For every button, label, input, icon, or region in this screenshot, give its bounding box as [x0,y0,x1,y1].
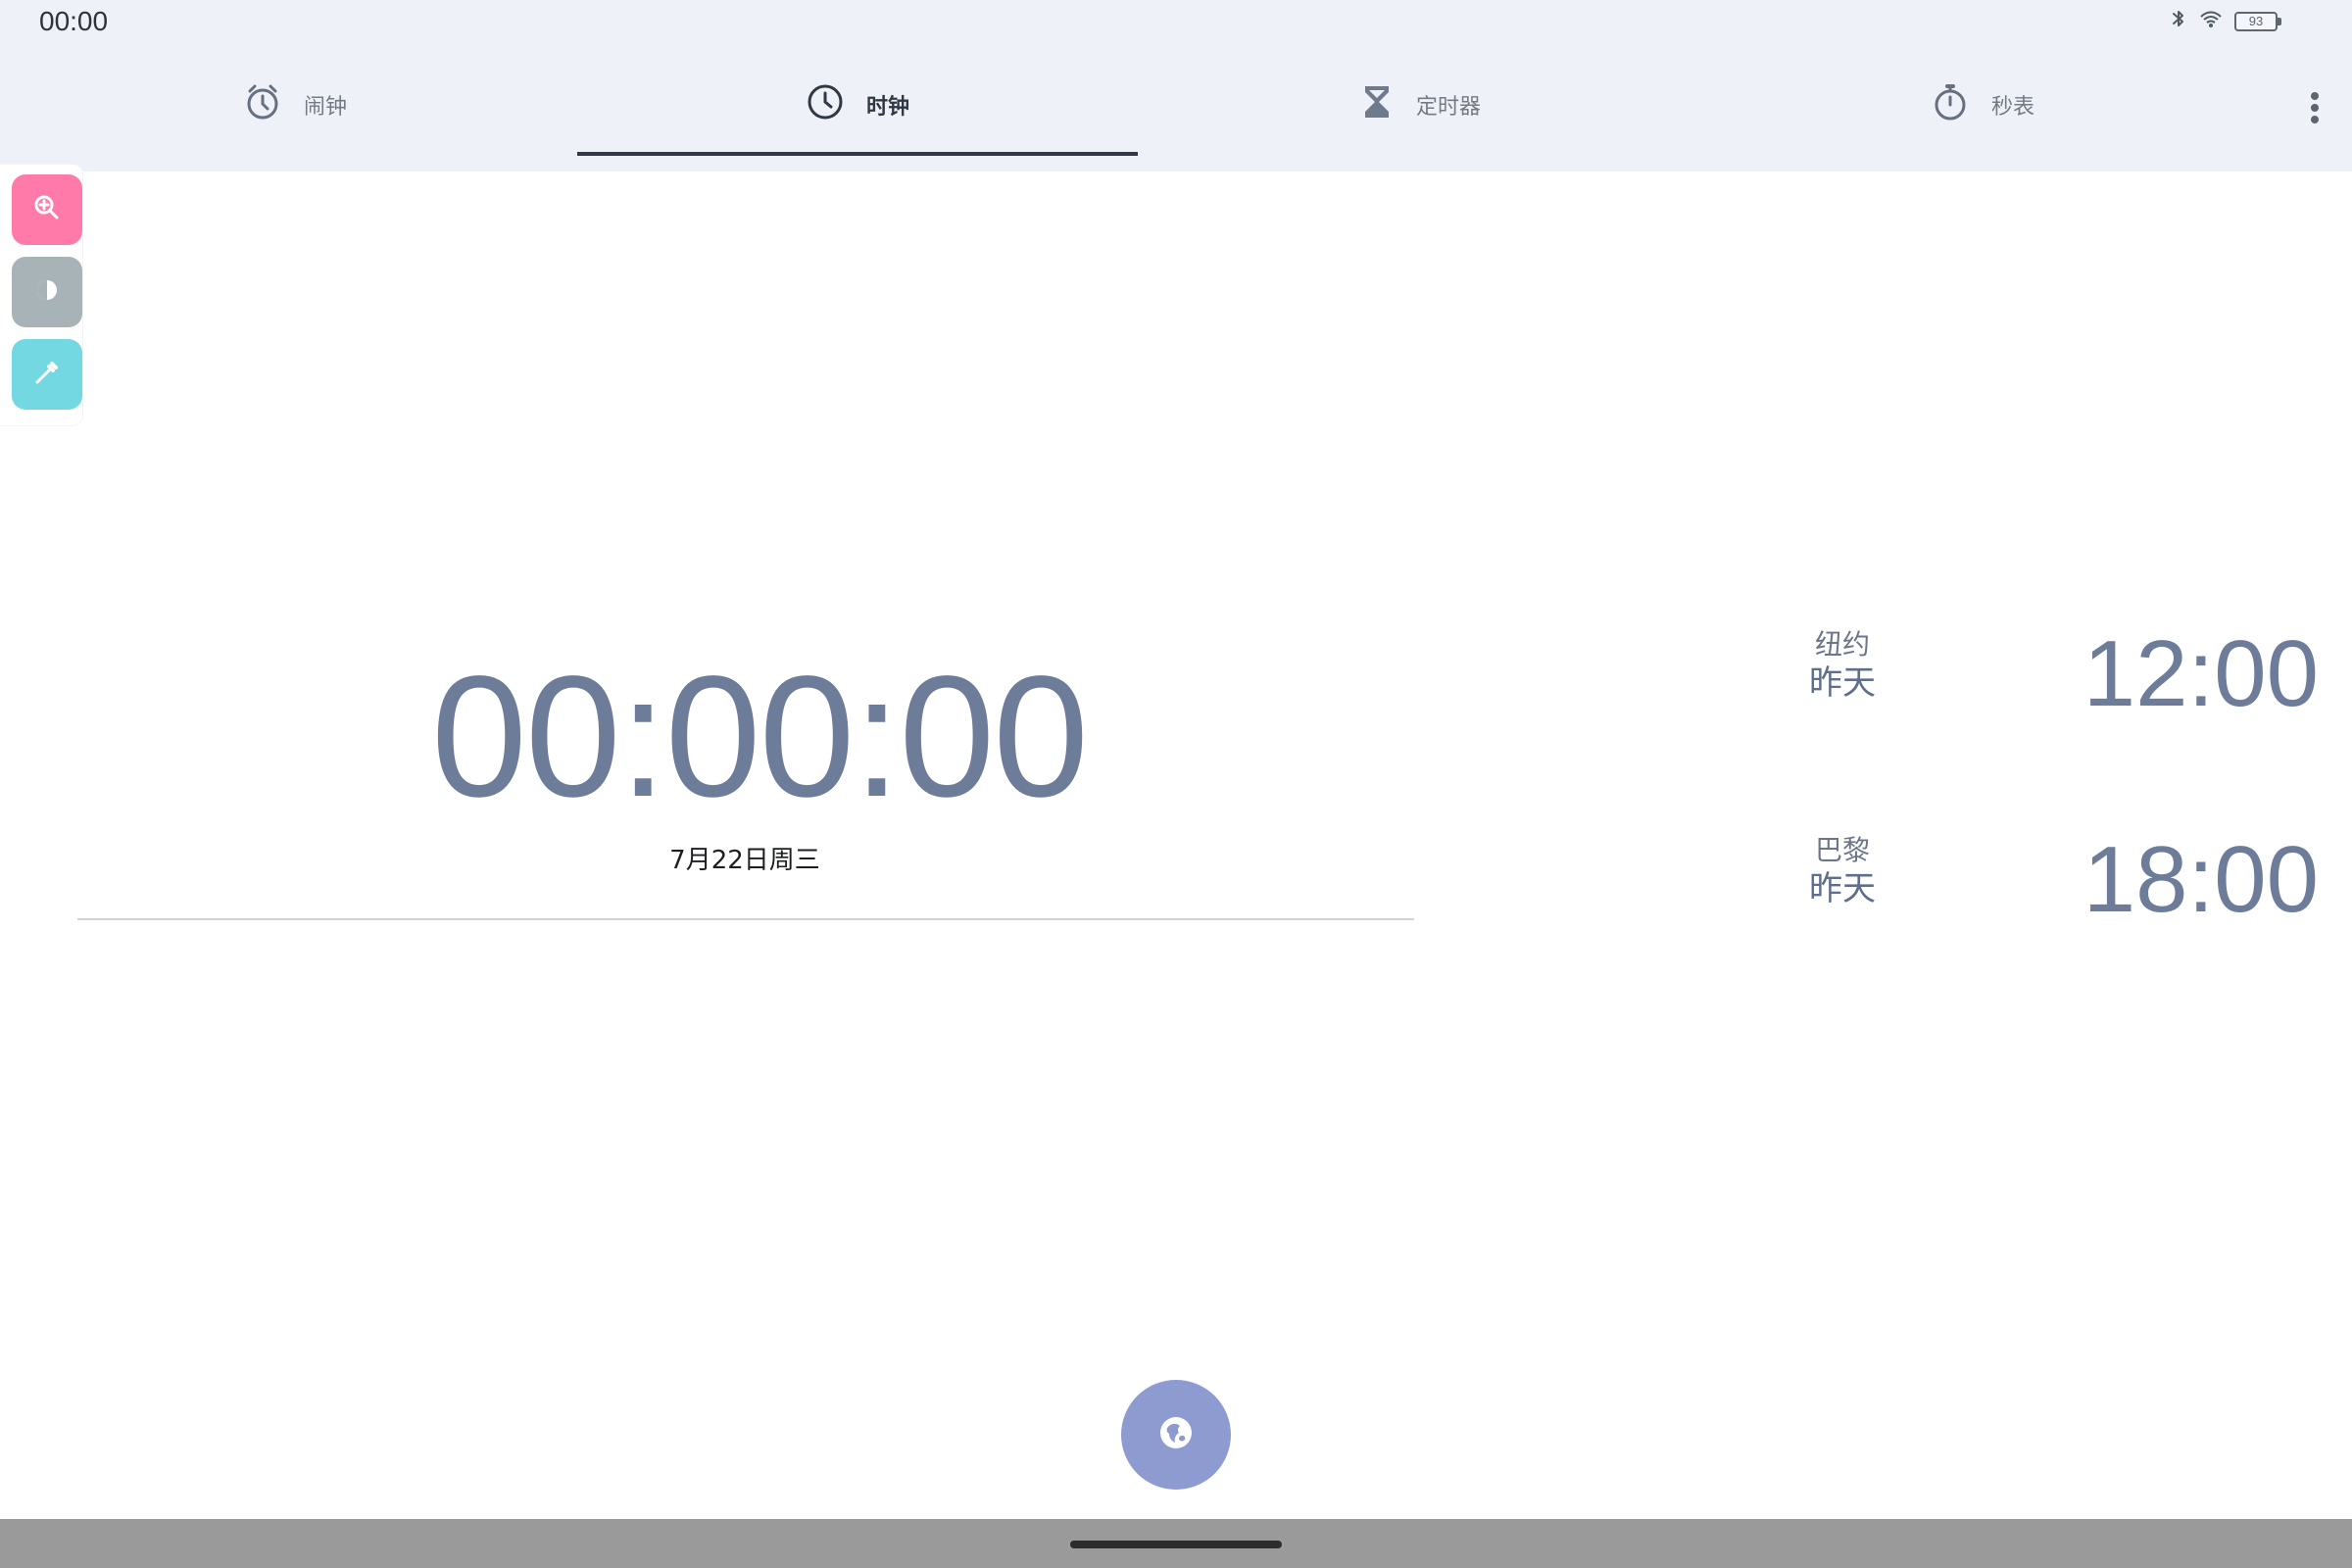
bluetooth-icon [2170,8,2187,35]
tab-clock-label: 时钟 [865,95,909,120]
eyedropper-icon [31,357,63,392]
world-city-day: 昨天 [1809,663,1876,703]
world-clock-time: 18:00 [2082,827,2319,932]
more-dot-icon [2311,104,2319,112]
more-dot-icon [2311,92,2319,100]
alarm-icon [243,82,282,127]
stopwatch-icon [1931,82,1970,127]
tab-stopwatch-label: 秒表 [1990,95,2034,120]
more-dot-icon [2311,116,2319,123]
tab-clock[interactable]: 时钟 [577,51,1138,159]
tab-timer-label: 定时器 [1415,95,1481,120]
add-world-clock-button[interactable] [1121,1380,1231,1490]
status-bar: 00:00 93 [0,0,2352,51]
tool-panel [0,165,82,425]
color-picker-button[interactable] [12,339,82,410]
zoom-button[interactable] [12,174,82,245]
contrast-icon [33,276,61,308]
active-tab-indicator [577,152,1138,156]
tab-alarm-label: 闹钟 [303,95,347,120]
clock-icon [806,82,845,127]
home-gesture-handle[interactable] [1070,1541,1282,1548]
tab-alarm[interactable]: 闹钟 [15,51,575,159]
hourglass-icon [1359,82,1395,127]
tab-stopwatch[interactable]: 秒表 [1702,51,2263,159]
current-date: 7月22日周三 [669,846,820,875]
zoom-icon [31,192,63,227]
system-navigation-bar [0,1519,2352,1568]
more-options-button[interactable] [2305,92,2325,131]
globe-icon [1156,1413,1196,1456]
current-time: 00:00:00 [431,641,1089,833]
world-city-name: 巴黎 [1814,834,1870,866]
contrast-button[interactable] [12,257,82,327]
world-clock-new-york: 纽约 昨天 [1793,627,1891,705]
world-city-day: 昨天 [1809,869,1876,908]
tab-timer[interactable]: 定时器 [1140,51,1700,159]
status-time: 00:00 [39,6,109,36]
battery-icon: 93 [2234,12,2281,31]
world-clock-time: 12:00 [2082,621,2319,726]
wifi-icon [2199,10,2223,33]
world-city-name: 纽约 [1814,628,1870,661]
world-clock-paris: 巴黎 昨天 [1793,833,1891,910]
tab-bar: 闹钟 时钟 定时器 秒表 [0,51,2352,172]
clock-divider [77,918,1414,920]
status-icons: 93 [2170,8,2281,35]
